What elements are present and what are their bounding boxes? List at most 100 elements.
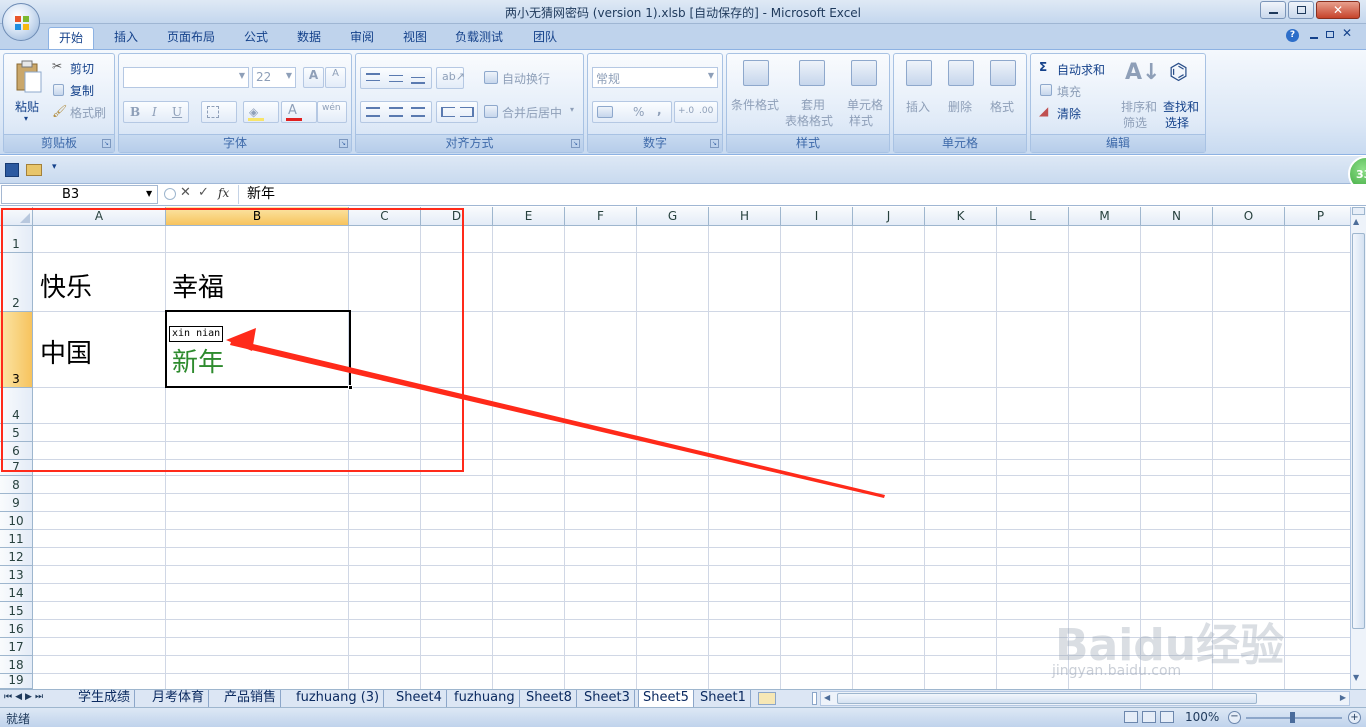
align-left-icon[interactable] xyxy=(366,107,380,117)
sort-filter-button[interactable]: A↓ 排序和 筛选 xyxy=(1119,58,1160,130)
scroll-down-icon[interactable]: ▼ xyxy=(1353,673,1359,682)
scroll-left-icon[interactable]: ◀ xyxy=(824,693,830,702)
tab-home[interactable]: 开始 xyxy=(48,27,95,49)
enter-icon[interactable]: ✓ xyxy=(198,185,209,200)
decrease-indent-icon[interactable] xyxy=(441,107,455,117)
delete-cells-button[interactable]: 删除 xyxy=(942,58,982,130)
sheet-tab[interactable]: fuzhuang xyxy=(450,690,520,707)
cut-button[interactable]: ✂ 剪切 xyxy=(52,59,112,77)
vertical-align-buttons[interactable] xyxy=(360,67,432,89)
office-button[interactable] xyxy=(2,3,40,41)
sheet-tab[interactable]: Sheet4 xyxy=(392,690,447,707)
cancel-icon[interactable]: ✕ xyxy=(180,185,191,200)
scroll-right-icon[interactable]: ▶ xyxy=(1340,693,1346,702)
tab-formulas[interactable]: 公式 xyxy=(242,27,270,49)
name-box-dropdown-icon[interactable]: ▼ xyxy=(146,189,152,198)
sheet-tab[interactable]: 产品销售 xyxy=(220,690,282,707)
tab-insert[interactable]: 插入 xyxy=(112,27,140,49)
tab-review[interactable]: 审阅 xyxy=(348,27,376,49)
align-bottom-icon[interactable] xyxy=(411,77,425,84)
help-icon[interactable]: ? xyxy=(1286,29,1299,42)
zoom-out-icon[interactable]: − xyxy=(1228,711,1241,724)
hscroll-thumb[interactable] xyxy=(837,693,1257,704)
orientation-button[interactable]: ab↗ xyxy=(436,67,465,89)
expand-icon[interactable] xyxy=(164,188,176,200)
tab-load-test[interactable]: 负载测试 xyxy=(453,27,505,49)
format-as-table-button[interactable]: 套用 表格格式 xyxy=(785,58,839,130)
decrease-decimal-icon[interactable]: .00 xyxy=(699,106,713,116)
scroll-up-icon[interactable]: ▲ xyxy=(1353,217,1359,226)
format-painter-button[interactable]: 🖌 格式刷 xyxy=(52,103,112,121)
worksheet-grid[interactable]: A B C D E F G H I J K L M N O P 1 2 3 4 … xyxy=(0,207,1350,689)
tab-team[interactable]: 团队 xyxy=(531,27,559,49)
format-cells-button[interactable]: 格式 xyxy=(984,58,1024,130)
paste-button[interactable]: 粘贴 ▾ xyxy=(10,58,46,128)
copy-button[interactable]: 复制 xyxy=(52,81,112,99)
align-top-icon[interactable] xyxy=(366,73,380,81)
horizontal-align-buttons[interactable] xyxy=(360,101,432,123)
zoom-level[interactable]: 100% xyxy=(1185,710,1219,724)
align-middle-icon[interactable] xyxy=(389,75,403,82)
page-break-view-icon[interactable] xyxy=(1160,711,1174,723)
page-layout-view-icon[interactable] xyxy=(1142,711,1156,723)
comma-button[interactable]: , xyxy=(657,103,662,117)
insert-function-button[interactable]: fx xyxy=(218,186,229,200)
minimize-button[interactable] xyxy=(1260,1,1286,19)
align-right-icon[interactable] xyxy=(411,107,425,117)
restore-button[interactable] xyxy=(1288,1,1314,19)
increase-indent-icon[interactable] xyxy=(460,107,474,117)
clear-button[interactable]: ◢ 清除 xyxy=(1039,104,1109,122)
save-icon[interactable] xyxy=(5,163,19,177)
customize-qat-icon[interactable]: ▾ xyxy=(52,162,57,172)
bold-button[interactable]: B xyxy=(130,105,140,119)
insert-cells-button[interactable]: 插入 xyxy=(900,58,940,130)
sheet-tab[interactable]: 学生成绩 xyxy=(74,690,136,707)
tab-view[interactable]: 视图 xyxy=(401,27,429,49)
italic-button[interactable]: I xyxy=(152,105,157,119)
close-button[interactable]: ✕ xyxy=(1316,1,1360,19)
font-name-select[interactable]: ▼ xyxy=(123,67,249,88)
grow-font-button[interactable]: A xyxy=(303,67,324,88)
split-box[interactable] xyxy=(1352,207,1365,215)
wrap-text-button[interactable]: 自动换行 xyxy=(484,69,582,87)
sheet-tab[interactable]: fuzhuang (3) xyxy=(292,690,385,707)
zoom-slider-thumb[interactable] xyxy=(1290,712,1295,723)
number-launcher-icon[interactable]: ↘ xyxy=(710,139,719,148)
find-select-button[interactable]: ⌬ 查找和 选择 xyxy=(1161,58,1205,130)
tab-split-handle[interactable] xyxy=(812,692,817,705)
indent-buttons[interactable] xyxy=(436,101,478,123)
phonetic-button[interactable]: wén xyxy=(317,101,347,123)
sheet-tab-active[interactable]: Sheet5 xyxy=(638,690,694,708)
sheet-tab[interactable]: 月考体育 xyxy=(148,690,210,707)
horizontal-scrollbar[interactable]: ◀ ▶ xyxy=(820,691,1350,706)
open-folder-icon[interactable] xyxy=(26,164,42,176)
normal-view-icon[interactable] xyxy=(1124,711,1138,723)
fill-color-button[interactable]: ◈ xyxy=(243,101,279,123)
scroll-thumb[interactable] xyxy=(1352,233,1365,629)
number-format-select[interactable]: 常规 ▼ xyxy=(592,67,718,88)
formula-input[interactable]: 新年 xyxy=(238,185,1348,204)
border-button[interactable] xyxy=(201,101,237,123)
shrink-font-button[interactable]: A xyxy=(325,67,346,88)
vertical-scrollbar[interactable]: ▲ ▼ xyxy=(1350,207,1366,689)
sheet-nav-icon[interactable]: ⏮◀▶⏭ xyxy=(4,692,46,702)
fill-button[interactable]: 填充 xyxy=(1039,82,1109,100)
ribbon-close-icon[interactable]: ✕ xyxy=(1342,26,1352,40)
align-center-icon[interactable] xyxy=(389,107,403,117)
font-launcher-icon[interactable]: ↘ xyxy=(339,139,348,148)
name-box[interactable]: B3 xyxy=(1,185,158,204)
increase-decimal-icon[interactable]: +.0 xyxy=(678,106,694,116)
ribbon-minimize-icon[interactable] xyxy=(1310,37,1318,39)
merge-center-button[interactable]: 合并后居中 ▾ xyxy=(484,103,582,121)
zoom-in-icon[interactable]: + xyxy=(1348,711,1361,724)
cell-styles-button[interactable]: 单元格 样式 xyxy=(843,58,889,130)
currency-icon[interactable] xyxy=(597,106,613,118)
underline-button[interactable]: U xyxy=(172,105,182,119)
sheet-tab[interactable]: Sheet1 xyxy=(696,690,751,707)
sheet-tab[interactable]: Sheet3 xyxy=(580,690,635,707)
conditional-format-button[interactable]: 条件格式 xyxy=(731,58,783,130)
tab-data[interactable]: 数据 xyxy=(295,27,323,49)
font-size-select[interactable]: 22 ▼ xyxy=(252,67,296,88)
tab-page-layout[interactable]: 页面布局 xyxy=(165,27,217,49)
paste-dropdown-icon[interactable]: ▾ xyxy=(24,114,28,123)
